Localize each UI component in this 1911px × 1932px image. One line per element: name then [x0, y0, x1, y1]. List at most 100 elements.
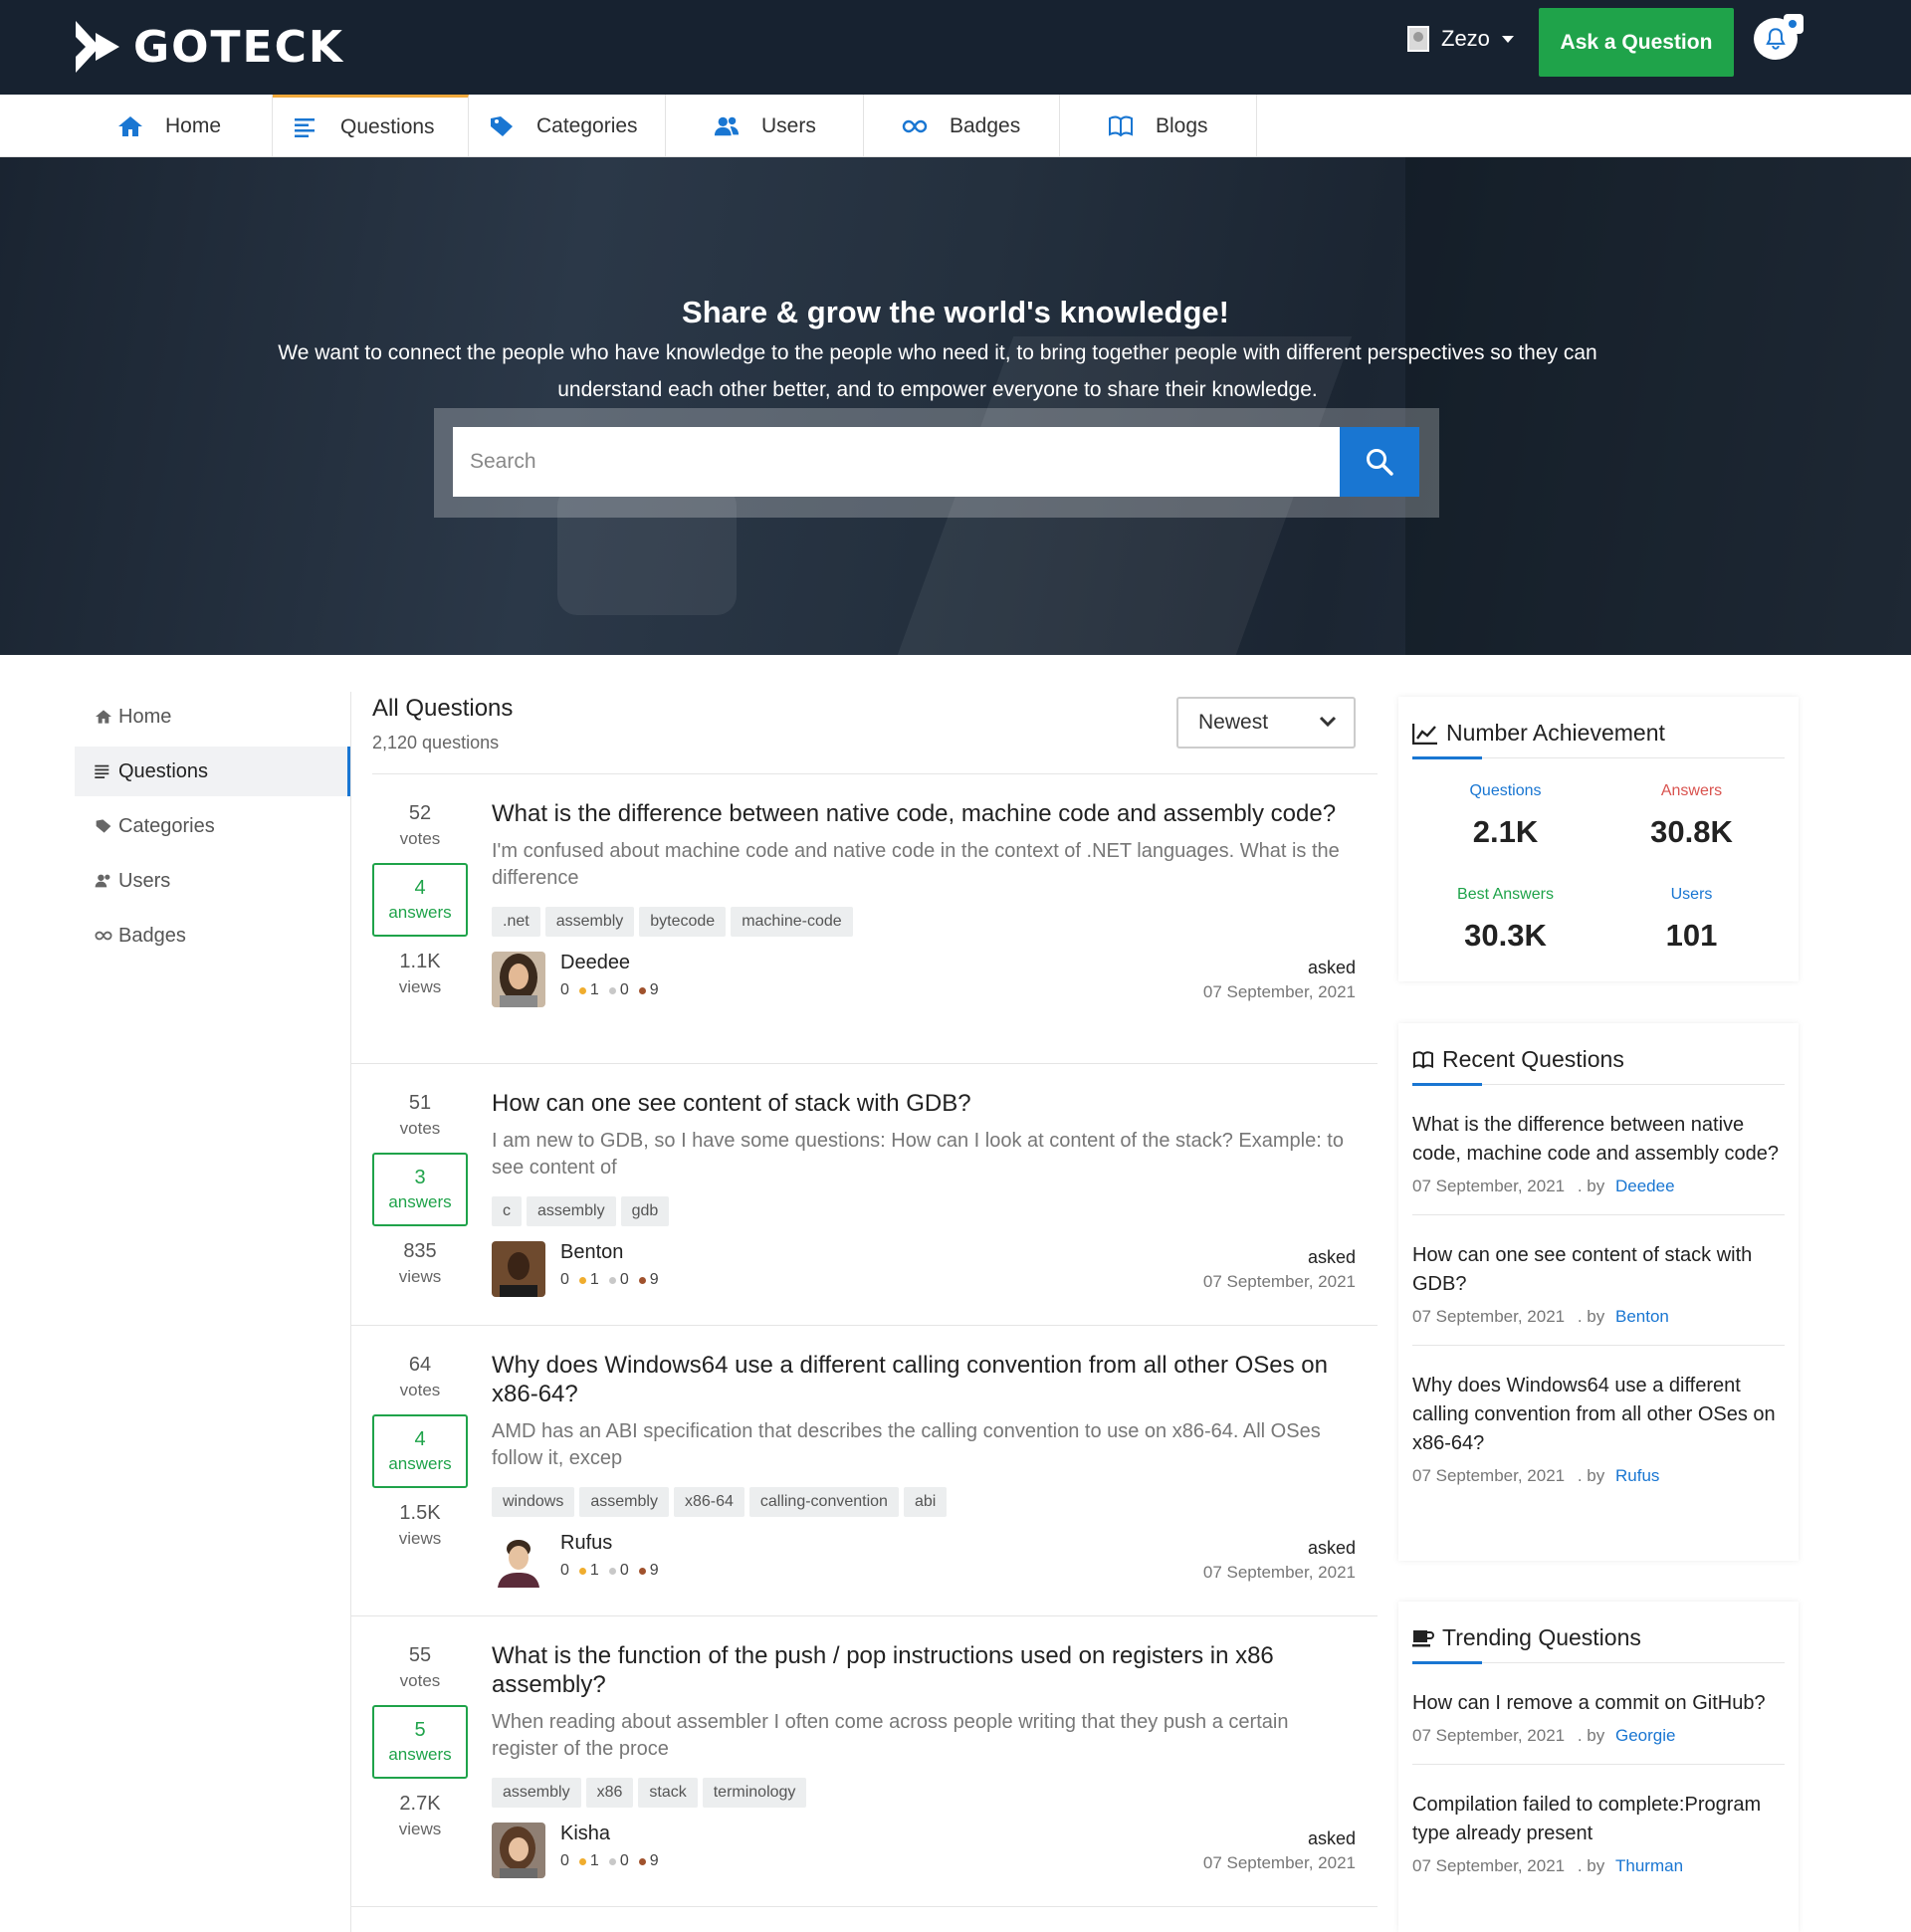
- tag[interactable]: gdb: [620, 1196, 670, 1226]
- nav-home[interactable]: Home: [98, 95, 273, 157]
- user-menu[interactable]: Zezo: [1407, 26, 1514, 52]
- by-label: . by: [1577, 1307, 1605, 1326]
- list-icon: [293, 114, 318, 140]
- book-icon: [1108, 113, 1134, 139]
- sort-select[interactable]: Newest: [1176, 697, 1356, 749]
- author-name[interactable]: Rufus: [560, 1532, 612, 1555]
- author-name[interactable]: Kisha: [560, 1823, 610, 1845]
- gold-badge-icon: [578, 1567, 586, 1575]
- recent-question-link[interactable]: How can one see content of stack with GD…: [1412, 1241, 1785, 1299]
- sidebar-item-users[interactable]: Users: [75, 856, 350, 906]
- widget-title: Trending Questions: [1412, 1602, 1785, 1664]
- list-icon: [95, 764, 114, 778]
- tag[interactable]: assembly: [527, 1196, 616, 1226]
- tag[interactable]: assembly: [544, 907, 635, 937]
- coffee-icon: [1412, 1628, 1434, 1648]
- tag[interactable]: machine-code: [731, 907, 853, 937]
- nav-badges[interactable]: Badges: [864, 95, 1060, 157]
- tag[interactable]: terminology: [702, 1778, 807, 1808]
- answer-count-box: 4 answers: [372, 863, 468, 937]
- tag[interactable]: stack: [638, 1778, 698, 1808]
- nav-users[interactable]: Users: [666, 95, 864, 157]
- home-icon: [95, 709, 114, 725]
- sidebar-item-questions[interactable]: Questions: [75, 747, 350, 796]
- question-title-link[interactable]: Why does Windows64 use a different calli…: [492, 1351, 1356, 1408]
- tag[interactable]: bytecode: [639, 907, 727, 937]
- avatar[interactable]: [492, 1532, 545, 1588]
- silver-badge-icon: [608, 1567, 616, 1575]
- sidebar-item-home[interactable]: Home: [75, 692, 350, 742]
- by-label: . by: [1577, 1177, 1605, 1195]
- tag[interactable]: calling-convention: [748, 1487, 899, 1517]
- achievement-grid: Questions 2.1K Answers 30.8K Best Answer…: [1412, 758, 1785, 987]
- author-link[interactable]: Georgie: [1615, 1726, 1675, 1745]
- question-item: 51 votes 3 answers 835 views How can one…: [351, 1064, 1378, 1326]
- sidebar-item-label: Badges: [118, 924, 186, 947]
- nav-categories[interactable]: Categories: [469, 95, 666, 157]
- tag-icon: [95, 818, 114, 834]
- silver-badge-icon: [608, 986, 616, 994]
- author-link[interactable]: Benton: [1615, 1307, 1669, 1326]
- tag[interactable]: x86: [585, 1778, 634, 1808]
- ask-question-button[interactable]: Ask a Question: [1539, 8, 1734, 77]
- silver-badge-icon: [608, 1276, 616, 1284]
- list-item: What is the difference between native co…: [1412, 1085, 1785, 1215]
- view-count: 1.5K: [399, 1502, 441, 1524]
- recent-question-link[interactable]: What is the difference between native co…: [1412, 1111, 1785, 1169]
- question-title-link[interactable]: What is the difference between native co…: [492, 799, 1356, 828]
- sidebar-item-categories[interactable]: Categories: [75, 801, 350, 851]
- view-count: 1.1K: [399, 951, 441, 972]
- sidebar-item-badges[interactable]: Badges: [75, 911, 350, 961]
- reputation-score: 0: [560, 1852, 569, 1869]
- avatar[interactable]: [492, 1241, 545, 1297]
- author-link[interactable]: Deedee: [1615, 1177, 1675, 1195]
- gold-count: 1: [589, 1852, 599, 1869]
- avatar[interactable]: [492, 952, 545, 1007]
- trending-question-link[interactable]: How can I remove a commit on GitHub?: [1412, 1689, 1785, 1718]
- tag[interactable]: abi: [903, 1487, 948, 1517]
- date: 07 September, 2021: [1412, 1177, 1566, 1195]
- search-bar: [434, 408, 1439, 518]
- nav-questions[interactable]: Questions: [273, 95, 469, 157]
- vote-label: votes: [399, 1119, 441, 1138]
- answer-count: 5: [414, 1719, 426, 1741]
- author-name[interactable]: Benton: [560, 1241, 623, 1264]
- question-author: Kisha 0 1 0 9 asked 07 September, 2021: [492, 1823, 1356, 1878]
- tag[interactable]: .net: [492, 907, 540, 937]
- list-item: Why does Windows64 use a different calli…: [1412, 1346, 1785, 1504]
- question-stats: 51 votes 3 answers 835 views: [372, 1092, 468, 1287]
- bronze-count: 9: [649, 1562, 659, 1579]
- recent-question-meta: 07 September, 2021 . by Deedee: [1412, 1177, 1785, 1196]
- author-name[interactable]: Deedee: [560, 952, 630, 974]
- avatar[interactable]: [492, 1823, 545, 1878]
- tag[interactable]: assembly: [492, 1778, 581, 1808]
- logo-play-icon: [76, 21, 119, 73]
- sort-select-value: Newest: [1198, 711, 1269, 734]
- gold-badge-icon: [578, 1276, 586, 1284]
- bronze-badge-icon: [638, 1857, 646, 1865]
- author-reputation: 0 1 0 9: [560, 1562, 659, 1580]
- author-link[interactable]: Thurman: [1615, 1856, 1683, 1875]
- question-author: Deedee 0 1 0 9 asked 07 September, 2021: [492, 952, 1356, 1007]
- question-body: How can one see content of stack with GD…: [492, 1089, 1356, 1297]
- vote-count: 55: [408, 1644, 432, 1666]
- trending-question-link[interactable]: Compilation failed to complete:Program t…: [1412, 1791, 1785, 1848]
- recent-question-link[interactable]: Why does Windows64 use a different calli…: [1412, 1372, 1785, 1458]
- vote-count: 52: [408, 802, 432, 824]
- question-title-link[interactable]: What is the function of the push / pop i…: [492, 1641, 1356, 1699]
- author-link[interactable]: Rufus: [1615, 1466, 1659, 1485]
- tag[interactable]: windows: [492, 1487, 575, 1517]
- hero-banner: Share & grow the world's knowledge! We w…: [0, 157, 1911, 655]
- tag[interactable]: assembly: [579, 1487, 669, 1517]
- nav-blogs[interactable]: Blogs: [1060, 95, 1257, 157]
- search-input[interactable]: [453, 427, 1340, 497]
- logo[interactable]: GOTECK: [74, 18, 344, 76]
- search-button[interactable]: [1340, 427, 1419, 497]
- question-title-link[interactable]: How can one see content of stack with GD…: [492, 1089, 1356, 1118]
- tag[interactable]: c: [492, 1196, 522, 1226]
- view-label: views: [398, 1267, 442, 1286]
- tag[interactable]: x86-64: [673, 1487, 744, 1517]
- reputation-score: 0: [560, 1271, 569, 1288]
- gold-badge-icon: [578, 1857, 586, 1865]
- notification-button[interactable]: [1754, 14, 1804, 60]
